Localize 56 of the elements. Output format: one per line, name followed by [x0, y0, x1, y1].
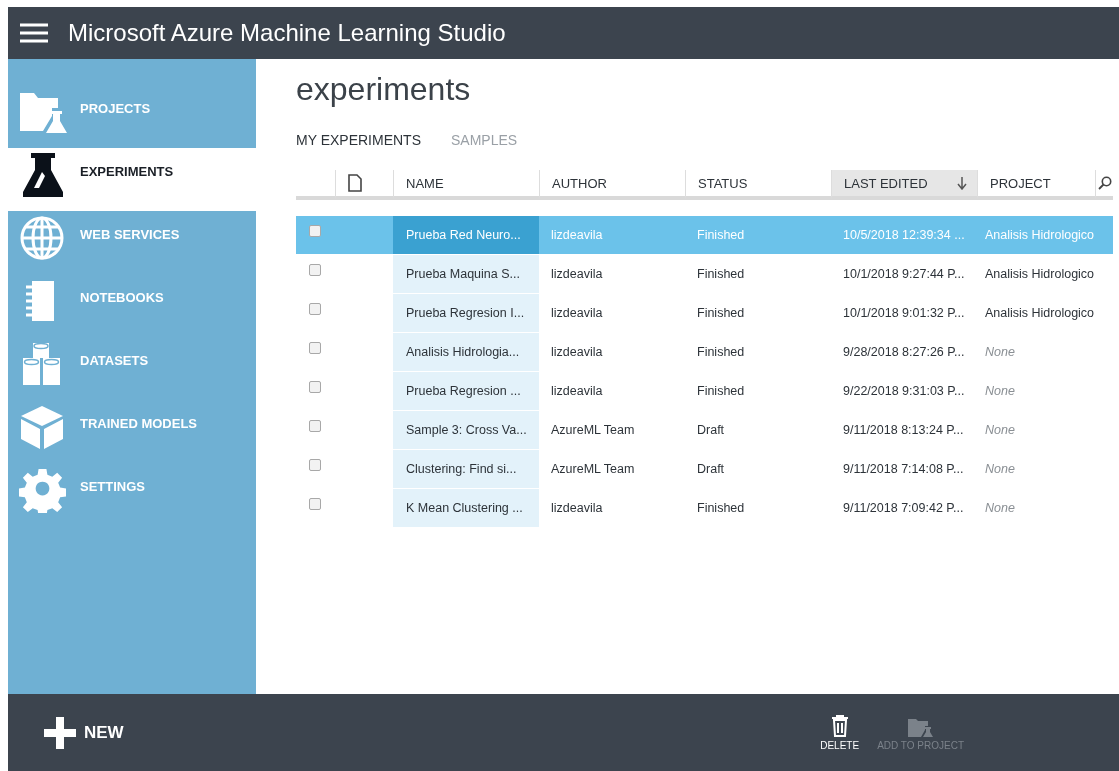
table-cell: None: [977, 372, 1095, 411]
table-cell: None: [977, 489, 1095, 528]
table-cell: 10/1/2018 9:27:44 P...: [831, 255, 977, 294]
delete-button[interactable]: DELETE: [820, 714, 860, 751]
table-cell: lizdeavila: [539, 294, 685, 333]
table-cell: lizdeavila: [539, 333, 685, 372]
table-cell: Finished: [685, 333, 831, 372]
table-cell: Finished: [685, 489, 831, 528]
table-cell: 9/11/2018 7:14:08 P...: [831, 450, 977, 489]
table-cell[interactable]: Prueba Regresion I...: [393, 294, 539, 333]
table-cell: Finished: [685, 372, 831, 411]
table-cell: Draft: [685, 411, 831, 450]
table-cell: 9/28/2018 8:27:26 P...: [831, 333, 977, 372]
table-cell: lizdeavila: [539, 489, 685, 528]
table-row[interactable]: Sample 3: Cross Va... AzureML Team Draft 9/11/2018 8:13:24 P... None: [296, 411, 1113, 450]
table-cell: 10/5/2018 12:39:34 ...: [831, 216, 977, 255]
table-row[interactable]: Analisis Hidrologia... lizdeavila Finished 9/28/2018 8:27:26 P... None: [296, 333, 1113, 372]
table-cell: None: [977, 450, 1095, 489]
column-header[interactable]: AUTHOR: [539, 170, 685, 200]
table-cell[interactable]: K Mean Clustering ...: [393, 489, 539, 528]
table-cell: lizdeavila: [539, 216, 685, 255]
table-cell: lizdeavila: [539, 372, 685, 411]
table-cell: 9/11/2018 8:13:24 P...: [831, 411, 977, 450]
table-cell: None: [977, 411, 1095, 450]
table-row[interactable]: Prueba Maquina S... lizdeavila Finished 10/1/2018 9:27:44 P... Analisis Hidrologico: [296, 255, 1113, 294]
table-cell: Analisis Hidrologico: [977, 216, 1095, 255]
table-cell: Analisis Hidrologico: [977, 255, 1095, 294]
sidebar-item[interactable]: EXPERIMENTS: [8, 148, 256, 211]
table-cell: 9/22/2018 9:31:03 P...: [831, 372, 977, 411]
table-cell: AzureML Team: [539, 411, 685, 450]
column-header[interactable]: PROJECT: [977, 170, 1095, 200]
table-cell: 10/1/2018 9:01:32 P...: [831, 294, 977, 333]
table-cell: Analisis Hidrologico: [977, 294, 1095, 333]
column-header[interactable]: NAME: [393, 170, 539, 200]
new-button[interactable]: NEW: [38, 715, 130, 750]
table-row[interactable]: Prueba Regresion I... lizdeavila Finished 10/1/2018 9:01:32 P... Analisis Hidrologico: [296, 294, 1113, 333]
table-cell[interactable]: Sample 3: Cross Va...: [393, 411, 539, 450]
table-cell: 9/11/2018 7:09:42 P...: [831, 489, 977, 528]
column-header[interactable]: LAST EDITED: [831, 170, 977, 200]
table-cell[interactable]: Clustering: Find si...: [393, 450, 539, 489]
table-cell: Finished: [685, 216, 831, 255]
table-cell: Draft: [685, 450, 831, 489]
page-title: experiments: [296, 71, 472, 108]
table-cell: None: [977, 333, 1095, 372]
table-row[interactable]: K Mean Clustering ... lizdeavila Finished 9/11/2018 7:09:42 P... None: [296, 489, 1113, 528]
table-cell[interactable]: Prueba Regresion ...: [393, 372, 539, 411]
table-cell: lizdeavila: [539, 255, 685, 294]
tab[interactable]: MY EXPERIMENTS: [296, 132, 421, 148]
table-cell[interactable]: Analisis Hidrologia...: [393, 333, 539, 372]
table-cell: Finished: [685, 294, 831, 333]
table-cell[interactable]: Prueba Maquina S...: [393, 255, 539, 294]
table-row[interactable]: Clustering: Find si... AzureML Team Draft 9/11/2018 7:14:08 P... None: [296, 450, 1113, 489]
table-cell: Finished: [685, 255, 831, 294]
table-cell: AzureML Team: [539, 450, 685, 489]
table-row[interactable]: Prueba Regresion ... lizdeavila Finished 9/22/2018 9:31:03 P... None: [296, 372, 1113, 411]
app-title: Microsoft Azure Machine Learning Studio: [68, 19, 506, 47]
